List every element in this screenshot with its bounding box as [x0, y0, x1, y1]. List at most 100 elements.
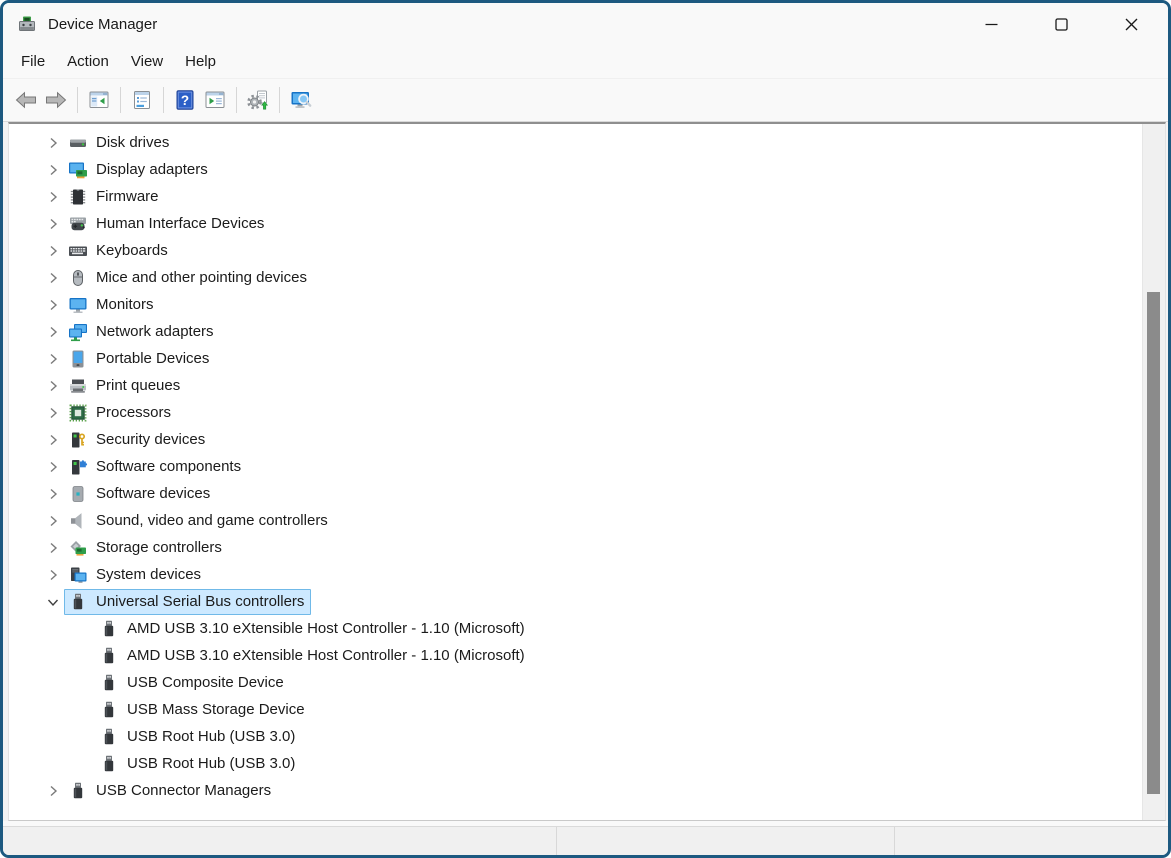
- titlebar[interactable]: Device Manager: [3, 3, 1168, 45]
- usb-icon: [99, 727, 119, 747]
- tree-item-universal-serial-bus-controllers[interactable]: Universal Serial Bus controllers: [9, 588, 1142, 615]
- item-box: Sound, video and game controllers: [64, 508, 335, 534]
- usb-icon: [68, 781, 88, 801]
- chevron-right-icon[interactable]: [43, 565, 63, 585]
- item-box: Display adapters: [64, 157, 215, 183]
- scan-hardware-button[interactable]: [286, 85, 316, 115]
- device-tree: Disk drives Display adaptersFirmwareHuman…: [9, 124, 1142, 820]
- tree-item-usb-connector-managers[interactable]: USB Connector Managers: [9, 777, 1142, 804]
- tree-item-label: Universal Serial Bus controllers: [96, 592, 304, 612]
- update-driver-button[interactable]: [243, 85, 273, 115]
- chevron-spacer: [74, 727, 94, 747]
- tree-item-system-devices[interactable]: System devices: [9, 561, 1142, 588]
- tree-item-security-devices[interactable]: Security devices: [9, 426, 1142, 453]
- tree-item-firmware[interactable]: Firmware: [9, 183, 1142, 210]
- software-components-icon: [68, 457, 88, 477]
- tree-item-storage-controllers[interactable]: Storage controllers: [9, 534, 1142, 561]
- maximize-button[interactable]: [1032, 3, 1090, 45]
- tree-item-label: Disk drives: [96, 133, 169, 153]
- chevron-right-icon[interactable]: [43, 457, 63, 477]
- tree-item-label: USB Connector Managers: [96, 781, 271, 801]
- chevron-right-icon[interactable]: [43, 322, 63, 342]
- chevron-down-icon[interactable]: [43, 592, 63, 612]
- software-devices-icon: [68, 484, 88, 504]
- chevron-right-icon[interactable]: [43, 295, 63, 315]
- svg-text:?: ?: [181, 93, 189, 108]
- chevron-right-icon[interactable]: [43, 403, 63, 423]
- menu-help[interactable]: Help: [174, 49, 227, 74]
- item-box: Firmware: [64, 184, 166, 210]
- item-box: Keyboards: [64, 238, 175, 264]
- chevron-right-icon[interactable]: [43, 376, 63, 396]
- menu-view[interactable]: View: [120, 49, 174, 74]
- chevron-right-icon[interactable]: [43, 241, 63, 261]
- chevron-right-icon[interactable]: [43, 349, 63, 369]
- tree-item-software-devices[interactable]: Software devices: [9, 480, 1142, 507]
- item-box: Print queues: [64, 373, 187, 399]
- device-manager-app-icon: [17, 14, 37, 34]
- tree-item-usb-root-hub-usb-3-0[interactable]: USB Root Hub (USB 3.0): [9, 750, 1142, 777]
- portable-devices-icon: [68, 349, 88, 369]
- chevron-right-icon[interactable]: [43, 538, 63, 558]
- item-box: Software devices: [64, 481, 217, 507]
- tree-item-usb-root-hub-usb-3-0[interactable]: USB Root Hub (USB 3.0): [9, 723, 1142, 750]
- chevron-right-icon[interactable]: [43, 133, 63, 153]
- menu-file[interactable]: File: [10, 49, 56, 74]
- back-button[interactable]: [11, 85, 41, 115]
- action-pane-button[interactable]: [200, 85, 230, 115]
- menu-action[interactable]: Action: [56, 49, 120, 74]
- item-box: AMD USB 3.10 eXtensible Host Controller …: [95, 643, 532, 669]
- tree-item-software-components[interactable]: Software components: [9, 453, 1142, 480]
- chevron-right-icon[interactable]: [43, 268, 63, 288]
- help-button[interactable]: ?: [170, 85, 200, 115]
- tree-item-keyboards[interactable]: Keyboards: [9, 237, 1142, 264]
- tree-item-amd-usb-3-10-extensible-host-controller-1-10-microsoft[interactable]: AMD USB 3.10 eXtensible Host Controller …: [9, 615, 1142, 642]
- chevron-right-icon[interactable]: [43, 187, 63, 207]
- item-box: Security devices: [64, 427, 212, 453]
- item-box: USB Mass Storage Device: [95, 697, 312, 723]
- tree-item-label: USB Mass Storage Device: [127, 700, 305, 720]
- chevron-right-icon[interactable]: [43, 160, 63, 180]
- minimize-button[interactable]: [962, 3, 1020, 45]
- chevron-right-icon[interactable]: [43, 430, 63, 450]
- keyboards-icon: [68, 241, 88, 261]
- tree-item-portable-devices[interactable]: Portable Devices: [9, 345, 1142, 372]
- vertical-scrollbar[interactable]: [1142, 124, 1165, 820]
- tree-item-network-adapters[interactable]: Network adapters: [9, 318, 1142, 345]
- usb-icon: [99, 700, 119, 720]
- chevron-right-icon[interactable]: [43, 484, 63, 504]
- item-box: Monitors: [64, 292, 161, 318]
- item-box: Portable Devices: [64, 346, 216, 372]
- window-title: Device Manager: [48, 16, 157, 33]
- tree-item-processors[interactable]: Processors: [9, 399, 1142, 426]
- tree-item-label: System devices: [96, 565, 201, 585]
- tree-item-print-queues[interactable]: Print queues: [9, 372, 1142, 399]
- tree-item-monitors[interactable]: Monitors: [9, 291, 1142, 318]
- tree-item-mice-and-other-pointing-devices[interactable]: Mice and other pointing devices: [9, 264, 1142, 291]
- toolbar-separator: [163, 87, 164, 113]
- tree-item-amd-usb-3-10-extensible-host-controller-1-10-microsoft[interactable]: AMD USB 3.10 eXtensible Host Controller …: [9, 642, 1142, 669]
- scrollbar-thumb[interactable]: [1147, 292, 1160, 794]
- tree-item-label: Print queues: [96, 376, 180, 396]
- tree-item-label: USB Root Hub (USB 3.0): [127, 754, 295, 774]
- processors-icon: [68, 403, 88, 423]
- item-box: Network adapters: [64, 319, 221, 345]
- properties-button[interactable]: [127, 85, 157, 115]
- usb-icon: [68, 592, 88, 612]
- toolbar-separator: [236, 87, 237, 113]
- tree-item-human-interface-devices[interactable]: Human Interface Devices: [9, 210, 1142, 237]
- status-section: [556, 827, 894, 855]
- chevron-right-icon[interactable]: [43, 214, 63, 234]
- chevron-right-icon[interactable]: [43, 781, 63, 801]
- forward-button[interactable]: [41, 85, 71, 115]
- tree-item-sound-video-and-game-controllers[interactable]: Sound, video and game controllers: [9, 507, 1142, 534]
- tree-item-disk-drives[interactable]: Disk drives: [9, 129, 1142, 156]
- tree-item-usb-composite-device[interactable]: USB Composite Device: [9, 669, 1142, 696]
- tree-item-usb-mass-storage-device[interactable]: USB Mass Storage Device: [9, 696, 1142, 723]
- chevron-right-icon[interactable]: [43, 511, 63, 531]
- close-button[interactable]: [1102, 3, 1160, 45]
- console-tree-button[interactable]: [84, 85, 114, 115]
- monitors-icon: [68, 295, 88, 315]
- tree-item-display-adapters[interactable]: Display adapters: [9, 156, 1142, 183]
- tree-item-label: Mice and other pointing devices: [96, 268, 307, 288]
